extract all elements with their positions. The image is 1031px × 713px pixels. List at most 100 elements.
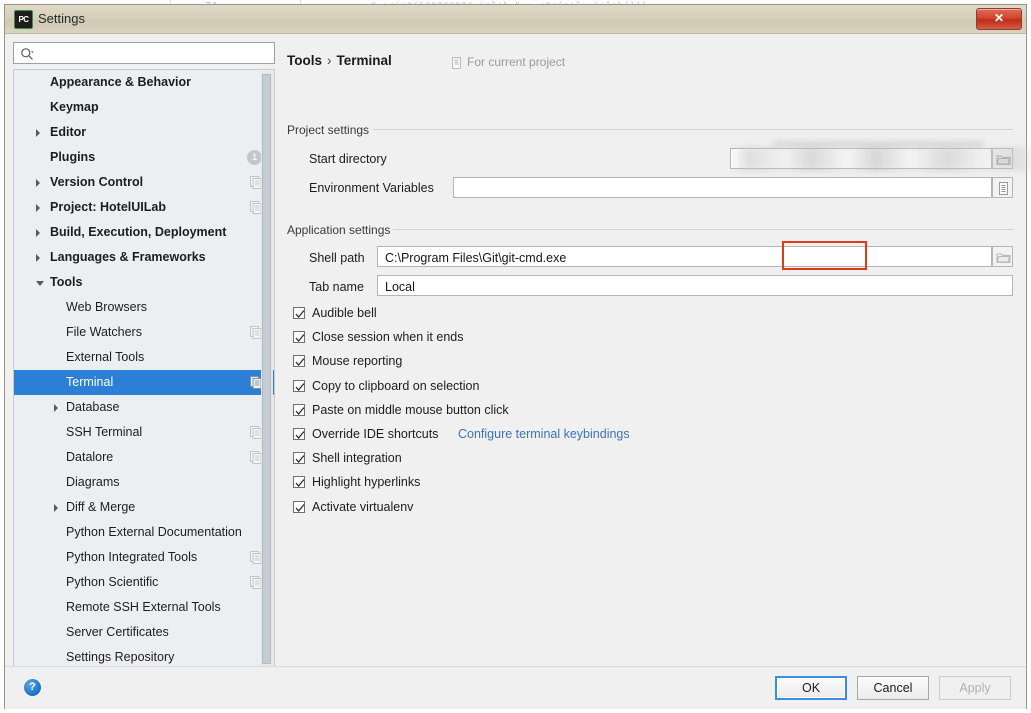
cancel-button[interactable]: Cancel	[857, 676, 929, 700]
sidebar-item-project-hoteluilab[interactable]: Project: HotelUILab	[14, 195, 274, 220]
checkmark-icon	[295, 357, 305, 367]
sidebar-item-label: Languages & Frameworks	[50, 250, 206, 264]
chevron-right-icon[interactable]	[36, 129, 40, 137]
sidebar-item-label: Terminal	[66, 375, 113, 389]
shell-path-field[interactable]	[377, 246, 992, 267]
start-directory-input[interactable]	[736, 149, 990, 170]
sidebar-item-diagrams[interactable]: Diagrams	[14, 470, 274, 495]
checkmark-icon	[295, 503, 305, 513]
checkbox-input[interactable]	[293, 380, 305, 392]
checkbox-input[interactable]	[293, 307, 305, 319]
sidebar-item-tools[interactable]: Tools	[14, 270, 274, 295]
checkbox-label: Activate virtualenv	[312, 499, 413, 516]
sidebar-item-label: Python Scientific	[66, 575, 158, 589]
help-icon[interactable]: ?	[24, 679, 41, 696]
sidebar-scrollbar-thumb[interactable]	[262, 74, 271, 664]
sidebar-item-datalore[interactable]: Datalore	[14, 445, 274, 470]
sidebar-item-ssh-terminal[interactable]: SSH Terminal	[14, 420, 274, 445]
checkbox-input[interactable]	[293, 428, 305, 440]
start-directory-browse-button[interactable]	[992, 148, 1013, 169]
sidebar-item-database[interactable]: Database	[14, 395, 274, 420]
scope-note: For current project	[467, 55, 565, 69]
sidebar-item-build-execution-deployment[interactable]: Build, Execution, Deployment	[14, 220, 274, 245]
desktop-background: 74 # print("######## islab:" + str(sel+ …	[0, 0, 1031, 713]
environment-variables-edit-button[interactable]	[992, 177, 1013, 198]
sidebar-item-plugins[interactable]: Plugins 1	[14, 145, 274, 170]
close-icon[interactable]: ✕	[976, 8, 1022, 30]
sidebar-item-label: Keymap	[50, 100, 99, 114]
sidebar-item-keymap[interactable]: Keymap	[14, 95, 274, 120]
checkbox-label: Mouse reporting	[312, 353, 402, 370]
checkbox-input[interactable]	[293, 476, 305, 488]
chevron-right-icon[interactable]	[54, 504, 58, 512]
start-directory-field[interactable]	[730, 148, 992, 169]
apply-button[interactable]: Apply	[939, 676, 1011, 700]
sidebar-item-file-watchers[interactable]: File Watchers	[14, 320, 274, 345]
environment-variables-input[interactable]	[459, 178, 990, 199]
checkbox-input[interactable]	[293, 355, 305, 367]
dialog-title: Settings	[38, 10, 85, 27]
sidebar-item-label: File Watchers	[66, 325, 142, 339]
sidebar-item-appearance-behavior[interactable]: Appearance & Behavior	[14, 70, 274, 95]
sidebar-item-server-certificates[interactable]: Server Certificates	[14, 620, 274, 645]
sidebar-item-label: Python External Documentation	[66, 525, 242, 539]
project-settings-label: Project settings	[287, 123, 369, 137]
chevron-right-icon[interactable]	[36, 179, 40, 187]
checkbox-input[interactable]	[293, 404, 305, 416]
sidebar-item-label: SSH Terminal	[66, 425, 142, 439]
settings-dialog: PC Settings ✕ Appearance & BehaviorKeyma…	[4, 4, 1027, 709]
sidebar-item-diff-merge[interactable]: Diff & Merge	[14, 495, 274, 520]
sidebar-item-label: Datalore	[66, 450, 113, 464]
checkbox-input[interactable]	[293, 452, 305, 464]
ok-button[interactable]: OK	[775, 676, 847, 700]
checkmark-icon	[295, 430, 305, 440]
checkbox-input[interactable]	[293, 501, 305, 513]
shell-path-input[interactable]	[383, 247, 990, 268]
configure-terminal-keybindings-link[interactable]: Configure terminal keybindings	[458, 426, 630, 443]
checkbox-label: Highlight hyperlinks	[312, 474, 420, 491]
search-icon	[20, 47, 34, 61]
sidebar-item-languages-frameworks[interactable]: Languages & Frameworks	[14, 245, 274, 270]
sidebar-item-label: Server Certificates	[66, 625, 169, 639]
search-box[interactable]	[13, 42, 275, 64]
checkbox-label: Close session when it ends	[312, 329, 463, 346]
chevron-down-icon[interactable]	[36, 281, 44, 286]
list-icon	[996, 181, 1011, 196]
checkmark-icon	[295, 478, 305, 488]
sidebar-item-external-tools[interactable]: External Tools	[14, 345, 274, 370]
sidebar-item-python-external-documentation[interactable]: Python External Documentation	[14, 520, 274, 545]
environment-variables-field[interactable]	[453, 177, 992, 198]
sidebar-item-remote-ssh-external-tools[interactable]: Remote SSH External Tools	[14, 595, 274, 620]
search-input[interactable]	[40, 45, 272, 64]
checkbox-label: Paste on middle mouse button click	[312, 402, 509, 419]
checkmark-icon	[295, 406, 305, 416]
sidebar-item-terminal[interactable]: Terminal	[14, 370, 274, 395]
checkmark-icon	[295, 333, 305, 343]
settings-content: Tools›Terminal For current project Proje…	[283, 42, 1020, 701]
chevron-right-icon[interactable]	[54, 404, 58, 412]
sidebar-item-web-browsers[interactable]: Web Browsers	[14, 295, 274, 320]
breadcrumb-root[interactable]: Tools	[287, 53, 322, 68]
checkbox-input[interactable]	[293, 331, 305, 343]
titlebar-ghost-text-1	[345, 10, 399, 21]
settings-tree[interactable]: Appearance & BehaviorKeymapEditorPlugins…	[13, 69, 275, 701]
checkmark-icon	[295, 309, 305, 319]
plugins-update-badge: 1	[247, 150, 262, 165]
tab-name-field[interactable]	[377, 275, 1013, 296]
chevron-right-icon[interactable]	[36, 204, 40, 212]
sidebar-item-editor[interactable]: Editor	[14, 120, 274, 145]
tab-name-input[interactable]	[383, 276, 1011, 297]
checkmark-icon	[295, 454, 305, 464]
sidebar-item-label: Plugins	[50, 150, 95, 164]
start-directory-redaction-upper	[773, 141, 983, 147]
chevron-right-icon[interactable]	[36, 229, 40, 237]
sidebar-item-python-scientific[interactable]: Python Scientific	[14, 570, 274, 595]
sidebar-item-label: Tools	[50, 275, 82, 289]
environment-variables-label: Environment Variables	[309, 181, 434, 195]
chevron-right-icon[interactable]	[36, 254, 40, 262]
sidebar-scrollbar-track[interactable]	[261, 71, 273, 701]
sidebar-item-version-control[interactable]: Version Control	[14, 170, 274, 195]
dialog-body: Appearance & BehaviorKeymapEditorPlugins…	[5, 34, 1026, 709]
sidebar-item-python-integrated-tools[interactable]: Python Integrated Tools	[14, 545, 274, 570]
shell-path-browse-button[interactable]	[992, 246, 1013, 267]
